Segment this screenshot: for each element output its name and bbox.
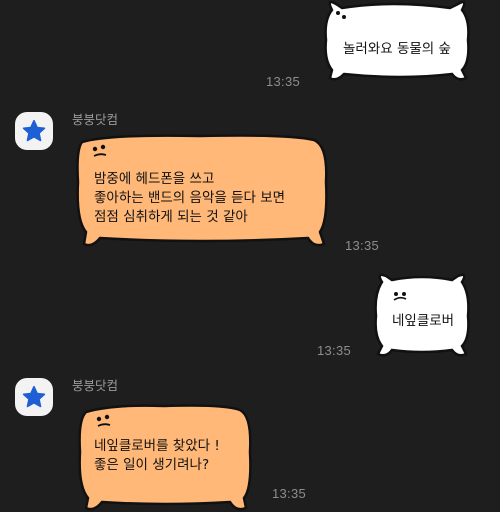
message-incoming: 네잎클로버를 찾았다 ! 좋은 일이 생기려나? — [74, 402, 254, 512]
message-text: 놀러와요 동물의 숲 — [343, 41, 451, 57]
message-line: 밤중에 헤드폰을 쓰고 — [94, 171, 215, 187]
sender-name: 붕붕닷컴 — [72, 112, 119, 127]
message-line: 좋아하는 밴드의 음악을 듣다 보면 — [94, 190, 286, 206]
message-time: 13:35 — [345, 238, 380, 253]
message-time: 13:35 — [317, 343, 352, 358]
sender-avatar[interactable] — [15, 378, 53, 416]
message-text: 네잎클로버 — [392, 313, 455, 329]
star-icon — [22, 385, 46, 408]
message-outgoing: 놀러와요 동물의 숲 — [322, 0, 472, 82]
sender-name: 붕붕닷컴 — [72, 378, 119, 393]
message-line: 네잎클로버를 찾았다 ! — [94, 438, 220, 454]
message-outgoing: 네잎클로버 — [372, 270, 472, 358]
message-time: 13:35 — [272, 486, 307, 501]
message-incoming: 밤중에 헤드폰을 쓰고 좋아하는 밴드의 음악을 듣다 보면 점점 심취하게 되… — [70, 132, 332, 250]
star-icon — [22, 119, 46, 142]
message-time: 13:35 — [266, 74, 301, 89]
message-line: 좋은 일이 생기려나? — [94, 457, 210, 473]
sender-avatar[interactable] — [15, 112, 53, 150]
message-line: 점점 심취하게 되는 것 같아 — [94, 209, 248, 225]
